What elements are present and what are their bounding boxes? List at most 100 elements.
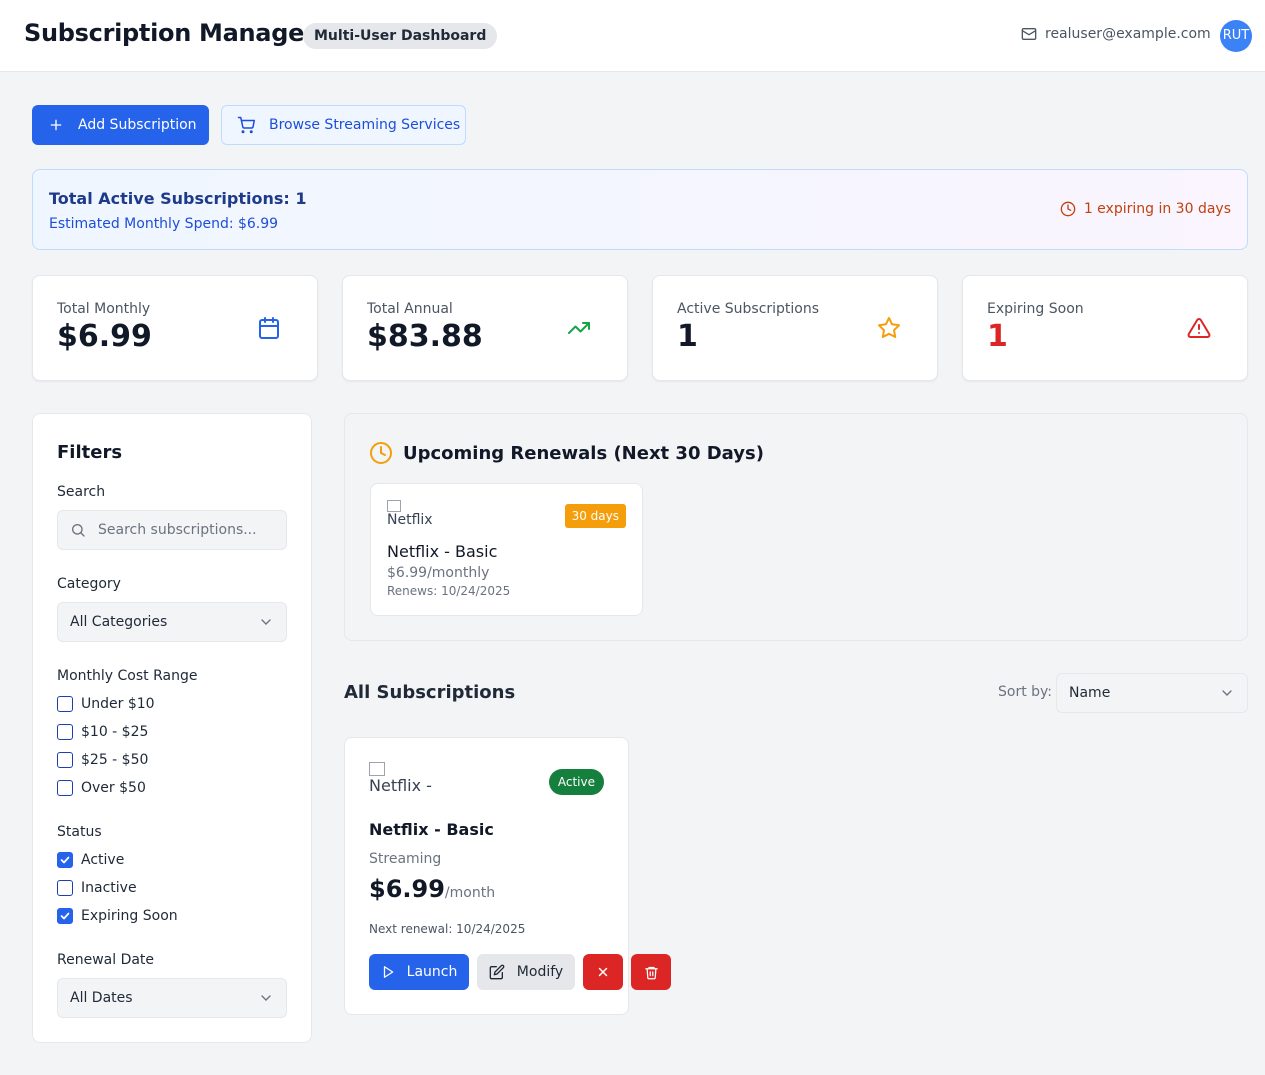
chevron-down-icon <box>261 619 271 625</box>
chevron-down-icon <box>1222 690 1232 696</box>
checkbox-label: Expiring Soon <box>81 908 178 924</box>
days-left-badge: 30 days <box>564 504 626 528</box>
trending-up-icon <box>568 322 590 334</box>
browse-streaming-button[interactable]: Browse Streaming Services <box>221 105 466 145</box>
check-icon <box>60 912 70 920</box>
subscription-category: Streaming <box>369 851 442 867</box>
summary-expiring-text: 1 expiring in 30 days <box>1083 201 1231 217</box>
summary-expiring: 1 expiring in 30 days <box>1060 201 1231 217</box>
all-subscriptions-title: All Subscriptions <box>344 682 516 703</box>
stat-card-total-annual: Total Annual $83.88 <box>342 275 628 381</box>
category-label: Category <box>57 576 121 592</box>
plus-icon <box>50 119 62 131</box>
user-email: realuser@example.com <box>1021 26 1211 42</box>
chevron-down-icon <box>261 995 271 1001</box>
stat-value: $6.99 <box>57 319 152 354</box>
cost-option-25-50[interactable]: $25 - $50 <box>57 752 148 768</box>
subscription-name: Netflix - Basic <box>369 820 494 839</box>
mail-icon <box>1021 28 1037 40</box>
filters-panel: Filters Search Category All Categories M… <box>32 413 312 1043</box>
next-renewal: Next renewal: 10/24/2025 <box>369 922 526 936</box>
checkbox[interactable] <box>57 752 73 768</box>
close-icon <box>598 967 608 977</box>
status-option-inactive[interactable]: Inactive <box>57 880 137 896</box>
checkbox[interactable] <box>57 724 73 740</box>
summary-banner: Total Active Subscriptions: 1 Estimated … <box>32 169 1248 250</box>
category-select-value: All Categories <box>70 614 168 630</box>
launch-button[interactable]: Launch <box>369 954 469 990</box>
checkbox-label: Over $50 <box>81 780 146 796</box>
search-label: Search <box>57 484 106 500</box>
stat-value: 1 <box>677 319 698 354</box>
sort-select[interactable]: Name <box>1056 673 1248 713</box>
trash-icon <box>644 966 658 979</box>
cost-range-label: Monthly Cost Range <box>57 668 198 684</box>
category-select[interactable]: All Categories <box>57 602 287 642</box>
alert-triangle-icon <box>1187 317 1211 338</box>
dashboard-badge: Multi-User Dashboard <box>303 23 498 49</box>
cancel-subscription-button[interactable] <box>583 954 623 990</box>
checkbox[interactable] <box>57 880 73 896</box>
edit-icon <box>489 964 505 980</box>
stat-card-active-subscriptions: Active Subscriptions 1 <box>652 275 938 381</box>
filters-title: Filters <box>57 442 123 463</box>
checkbox-label: Under $10 <box>81 696 155 712</box>
star-icon <box>878 317 900 338</box>
upcoming-renewals-panel: Upcoming Renewals (Next 30 Days) Netflix… <box>344 413 1248 641</box>
checkbox[interactable] <box>57 780 73 796</box>
shopping-cart-icon <box>237 116 255 134</box>
checkbox-label: $10 - $25 <box>81 724 149 740</box>
app-title: Subscription Manager <box>24 19 316 47</box>
status-option-expiring-soon[interactable]: Expiring Soon <box>57 908 178 924</box>
sort-label: Sort by: <box>998 684 1053 700</box>
check-icon <box>60 856 70 864</box>
delete-subscription-button[interactable] <box>631 954 671 990</box>
stat-value: $83.88 <box>367 319 483 354</box>
stat-label: Active Subscriptions <box>677 301 820 317</box>
renewal-date-label: Renewal Date <box>57 952 155 968</box>
stat-card-expiring-soon: Expiring Soon 1 <box>962 275 1248 381</box>
checkbox-label: Inactive <box>81 880 137 896</box>
launch-label: Launch <box>406 964 458 980</box>
add-subscription-label: Add Subscription <box>78 117 197 133</box>
cost-option-under-10[interactable]: Under $10 <box>57 696 155 712</box>
app-header: Subscription Manager Multi-User Dashboar… <box>0 0 1265 72</box>
stat-label: Expiring Soon <box>987 301 1084 317</box>
search-field <box>57 510 287 550</box>
summary-monthly-spend: Estimated Monthly Spend: $6.99 <box>49 216 279 232</box>
status-badge: Active <box>548 769 604 795</box>
checkbox-checked[interactable] <box>57 852 73 868</box>
subscription-price: $6.99/month <box>369 875 495 903</box>
renewal-card[interactable]: Netflix 30 days Netflix - Basic $6.99/mo… <box>370 483 643 616</box>
renewal-date-select-value: All Dates <box>70 990 133 1006</box>
calendar-icon <box>259 317 279 339</box>
price-period: /month <box>444 885 496 901</box>
broken-image-icon <box>387 500 401 512</box>
summary-total-active: Total Active Subscriptions: 1 <box>49 189 307 208</box>
service-logo-alt: Netflix - <box>369 776 432 795</box>
checkbox-label: Active <box>81 852 125 868</box>
service-logo-image: Netflix - <box>369 762 449 802</box>
stat-value: 1 <box>987 319 1008 354</box>
renewal-price: $6.99/monthly <box>387 565 490 581</box>
avatar[interactable]: RUT <box>1220 20 1252 52</box>
upcoming-renewals-title-text: Upcoming Renewals (Next 30 Days) <box>403 442 764 464</box>
renewal-name: Netflix - Basic <box>387 542 498 561</box>
user-email-text: realuser@example.com <box>1045 26 1211 42</box>
checkbox-label: $25 - $50 <box>81 752 149 768</box>
add-subscription-button[interactable]: Add Subscription <box>32 105 209 145</box>
checkbox[interactable] <box>57 696 73 712</box>
clock-icon <box>370 442 392 464</box>
cost-option-over-50[interactable]: Over $50 <box>57 780 146 796</box>
browse-streaming-label: Browse Streaming Services <box>269 117 461 133</box>
renewal-date-select[interactable]: All Dates <box>57 978 287 1018</box>
cost-option-10-25[interactable]: $10 - $25 <box>57 724 148 740</box>
search-icon <box>72 524 85 537</box>
clock-icon <box>1060 201 1076 217</box>
status-option-active[interactable]: Active <box>57 852 124 868</box>
checkbox-checked[interactable] <box>57 908 73 924</box>
search-input[interactable] <box>98 522 278 538</box>
modify-button[interactable]: Modify <box>477 954 575 990</box>
service-logo-alt: Netflix <box>387 512 433 528</box>
renewal-date: Renews: 10/24/2025 <box>387 584 511 598</box>
